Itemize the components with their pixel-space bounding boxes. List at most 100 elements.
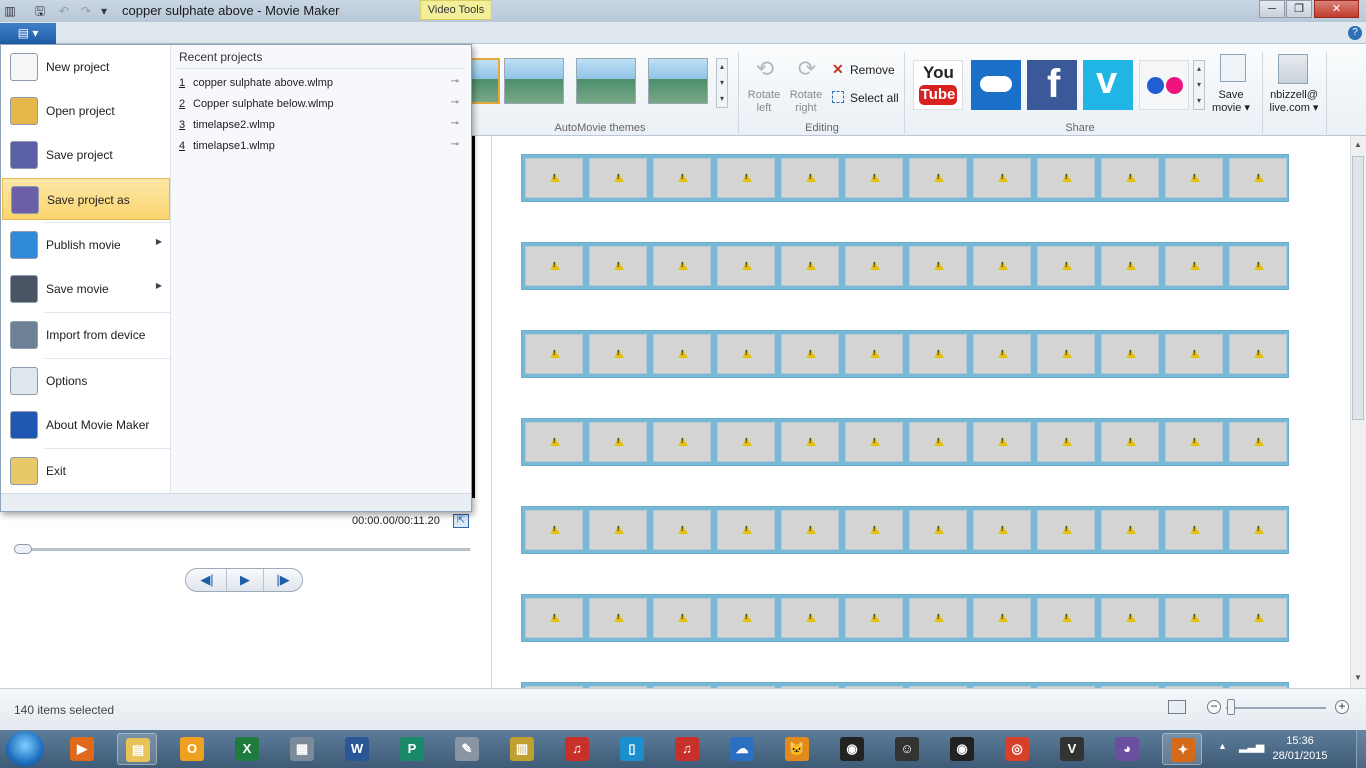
storyboard-clip[interactable] (1229, 246, 1287, 286)
undo-icon[interactable]: ↶ (56, 3, 72, 19)
taskbar-piano-app-button[interactable]: ♫ (557, 733, 597, 765)
storyboard[interactable] (493, 136, 1350, 688)
zoom-in-button[interactable]: + (1335, 700, 1349, 714)
taskbar-movie-maker-button[interactable]: ✦ (1162, 733, 1202, 765)
storyboard-clip[interactable] (1037, 246, 1095, 286)
file-menu-item-save-movie[interactable]: Save movie ▶ (2, 268, 170, 310)
storyboard-clip[interactable] (845, 598, 903, 638)
storyboard-clip[interactable] (909, 510, 967, 550)
automovie-theme-4[interactable] (648, 58, 708, 104)
automovie-theme-3[interactable] (576, 58, 636, 104)
minimize-button[interactable]: ─ (1259, 0, 1285, 18)
quick-save-icon[interactable]: 🖫 (32, 3, 48, 19)
pin-icon[interactable]: ⊸ (451, 97, 459, 108)
close-button[interactable]: ✕ (1314, 0, 1359, 18)
storyboard-clip[interactable] (1037, 422, 1095, 462)
storyboard-clip[interactable] (1101, 246, 1159, 286)
storyboard-clip[interactable] (1037, 598, 1095, 638)
storyboard-clip[interactable] (717, 598, 775, 638)
taskbar-onedrive-button[interactable]: ☁ (722, 733, 762, 765)
help-icon[interactable]: ? (1348, 26, 1362, 40)
taskbar-piano-app-2-button[interactable]: ♫ (667, 733, 707, 765)
storyboard-clip[interactable] (1165, 598, 1223, 638)
storyboard-clip[interactable] (1037, 158, 1095, 198)
vertical-scroll-thumb[interactable] (1352, 156, 1364, 420)
youtube-share-button[interactable]: You Tube (913, 60, 963, 110)
file-menu-item-save-project[interactable]: Save project (2, 134, 170, 176)
taskbar-calculator-button[interactable]: ▦ (282, 733, 322, 765)
facebook-share-button[interactable]: f (1027, 60, 1077, 110)
seek-thumb[interactable] (14, 544, 32, 554)
storyboard-clip[interactable] (781, 246, 839, 286)
video-tools-contextual-tab[interactable]: Video Tools (420, 0, 492, 20)
storyboard-clip[interactable] (909, 598, 967, 638)
storyboard-clip[interactable] (909, 422, 967, 462)
flickr-share-button[interactable] (1139, 60, 1189, 110)
maximize-button[interactable]: ❐ (1286, 0, 1312, 18)
storyboard-clip[interactable] (1165, 510, 1223, 550)
recent-project-item[interactable]: 2 Copper sulphate below.wlmp ⊸ (179, 95, 467, 115)
storyboard-clip[interactable] (589, 598, 647, 638)
recent-project-item[interactable]: 3 timelapse2.wlmp ⊸ (179, 116, 467, 136)
recent-project-item[interactable]: 1 copper sulphate above.wlmp ⊸ (179, 74, 467, 94)
storyboard-clip[interactable] (717, 334, 775, 374)
storyboard-clip[interactable] (1101, 510, 1159, 550)
next-frame-button[interactable]: |▶ (264, 569, 302, 591)
storyboard-clip[interactable] (717, 246, 775, 286)
storyboard-clip[interactable] (525, 246, 583, 286)
automovie-theme-2[interactable] (504, 58, 564, 104)
vimeo-share-button[interactable]: v (1083, 60, 1133, 110)
storyboard-clip[interactable] (1229, 598, 1287, 638)
storyboard-clip[interactable] (1229, 334, 1287, 374)
storyboard-clip[interactable] (973, 334, 1031, 374)
account-menu-button[interactable]: nbizzell@ live.com ▾ (1264, 89, 1324, 115)
pin-icon[interactable]: ⊸ (451, 139, 459, 150)
storyboard-clip[interactable] (781, 422, 839, 462)
storyboard-clip[interactable] (909, 246, 967, 286)
taskbar-tools-button[interactable]: ✎ (447, 733, 487, 765)
storyboard-clip[interactable] (845, 158, 903, 198)
app-icon[interactable]: ▥ (2, 3, 18, 19)
storyboard-clip[interactable] (653, 422, 711, 462)
storyboard-clip[interactable] (525, 510, 583, 550)
taskbar-clock[interactable]: 15:36 28/01/2015 (1270, 734, 1330, 764)
pin-icon[interactable]: ⊸ (451, 76, 459, 87)
zoom-slider-thumb[interactable] (1227, 699, 1235, 715)
storyboard-clip[interactable] (973, 422, 1031, 462)
taskbar-media-player-button[interactable]: ▶ (62, 733, 102, 765)
taskbar-scratch-button[interactable]: 🐱 (777, 733, 817, 765)
storyboard-clip[interactable] (973, 246, 1031, 286)
storyboard-clip[interactable] (1037, 334, 1095, 374)
taskbar-smiley-button[interactable]: ☺ (887, 733, 927, 765)
scroll-down-arrow[interactable]: ▼ (1353, 673, 1363, 682)
storyboard-clip[interactable] (845, 334, 903, 374)
storyboard-clip[interactable] (589, 158, 647, 198)
storyboard-clip[interactable] (1101, 422, 1159, 462)
play-button[interactable]: ▶ (226, 569, 264, 591)
previous-frame-button[interactable]: ◀| (188, 569, 226, 591)
storyboard-clip[interactable] (781, 510, 839, 550)
zoom-out-button[interactable]: − (1207, 700, 1221, 714)
file-menu-item-about-movie-maker[interactable]: About Movie Maker (2, 404, 170, 446)
storyboard-clip[interactable] (589, 334, 647, 374)
storyboard-clip[interactable] (781, 598, 839, 638)
file-menu-item-publish-movie[interactable]: Publish movie ▶ (2, 224, 170, 266)
save-movie-button[interactable]: Save movie ▾ (1208, 89, 1254, 115)
remove-button[interactable]: Remove (850, 63, 895, 77)
select-all-button[interactable]: Select all (850, 91, 899, 105)
storyboard-clip[interactable] (1229, 158, 1287, 198)
thumbnail-size-icon[interactable] (1168, 700, 1186, 714)
file-menu-button[interactable]: ▤ ▾ (0, 23, 56, 44)
storyboard-clip[interactable] (653, 510, 711, 550)
network-signal-icon[interactable]: ▂▃▅ (1239, 740, 1264, 753)
storyboard-clip[interactable] (1165, 422, 1223, 462)
storyboard-clip[interactable] (653, 246, 711, 286)
taskbar-recorder-2-button[interactable]: ◉ (942, 733, 982, 765)
zoom-slider-track[interactable] (1226, 707, 1326, 709)
storyboard-clip[interactable] (1037, 510, 1095, 550)
redo-icon[interactable]: ↷ (78, 3, 94, 19)
file-menu-item-open-project[interactable]: Open project (2, 90, 170, 132)
show-hidden-icons-arrow[interactable]: ▲ (1218, 741, 1227, 751)
user-avatar[interactable] (1278, 54, 1308, 84)
storyboard-clip[interactable] (589, 510, 647, 550)
